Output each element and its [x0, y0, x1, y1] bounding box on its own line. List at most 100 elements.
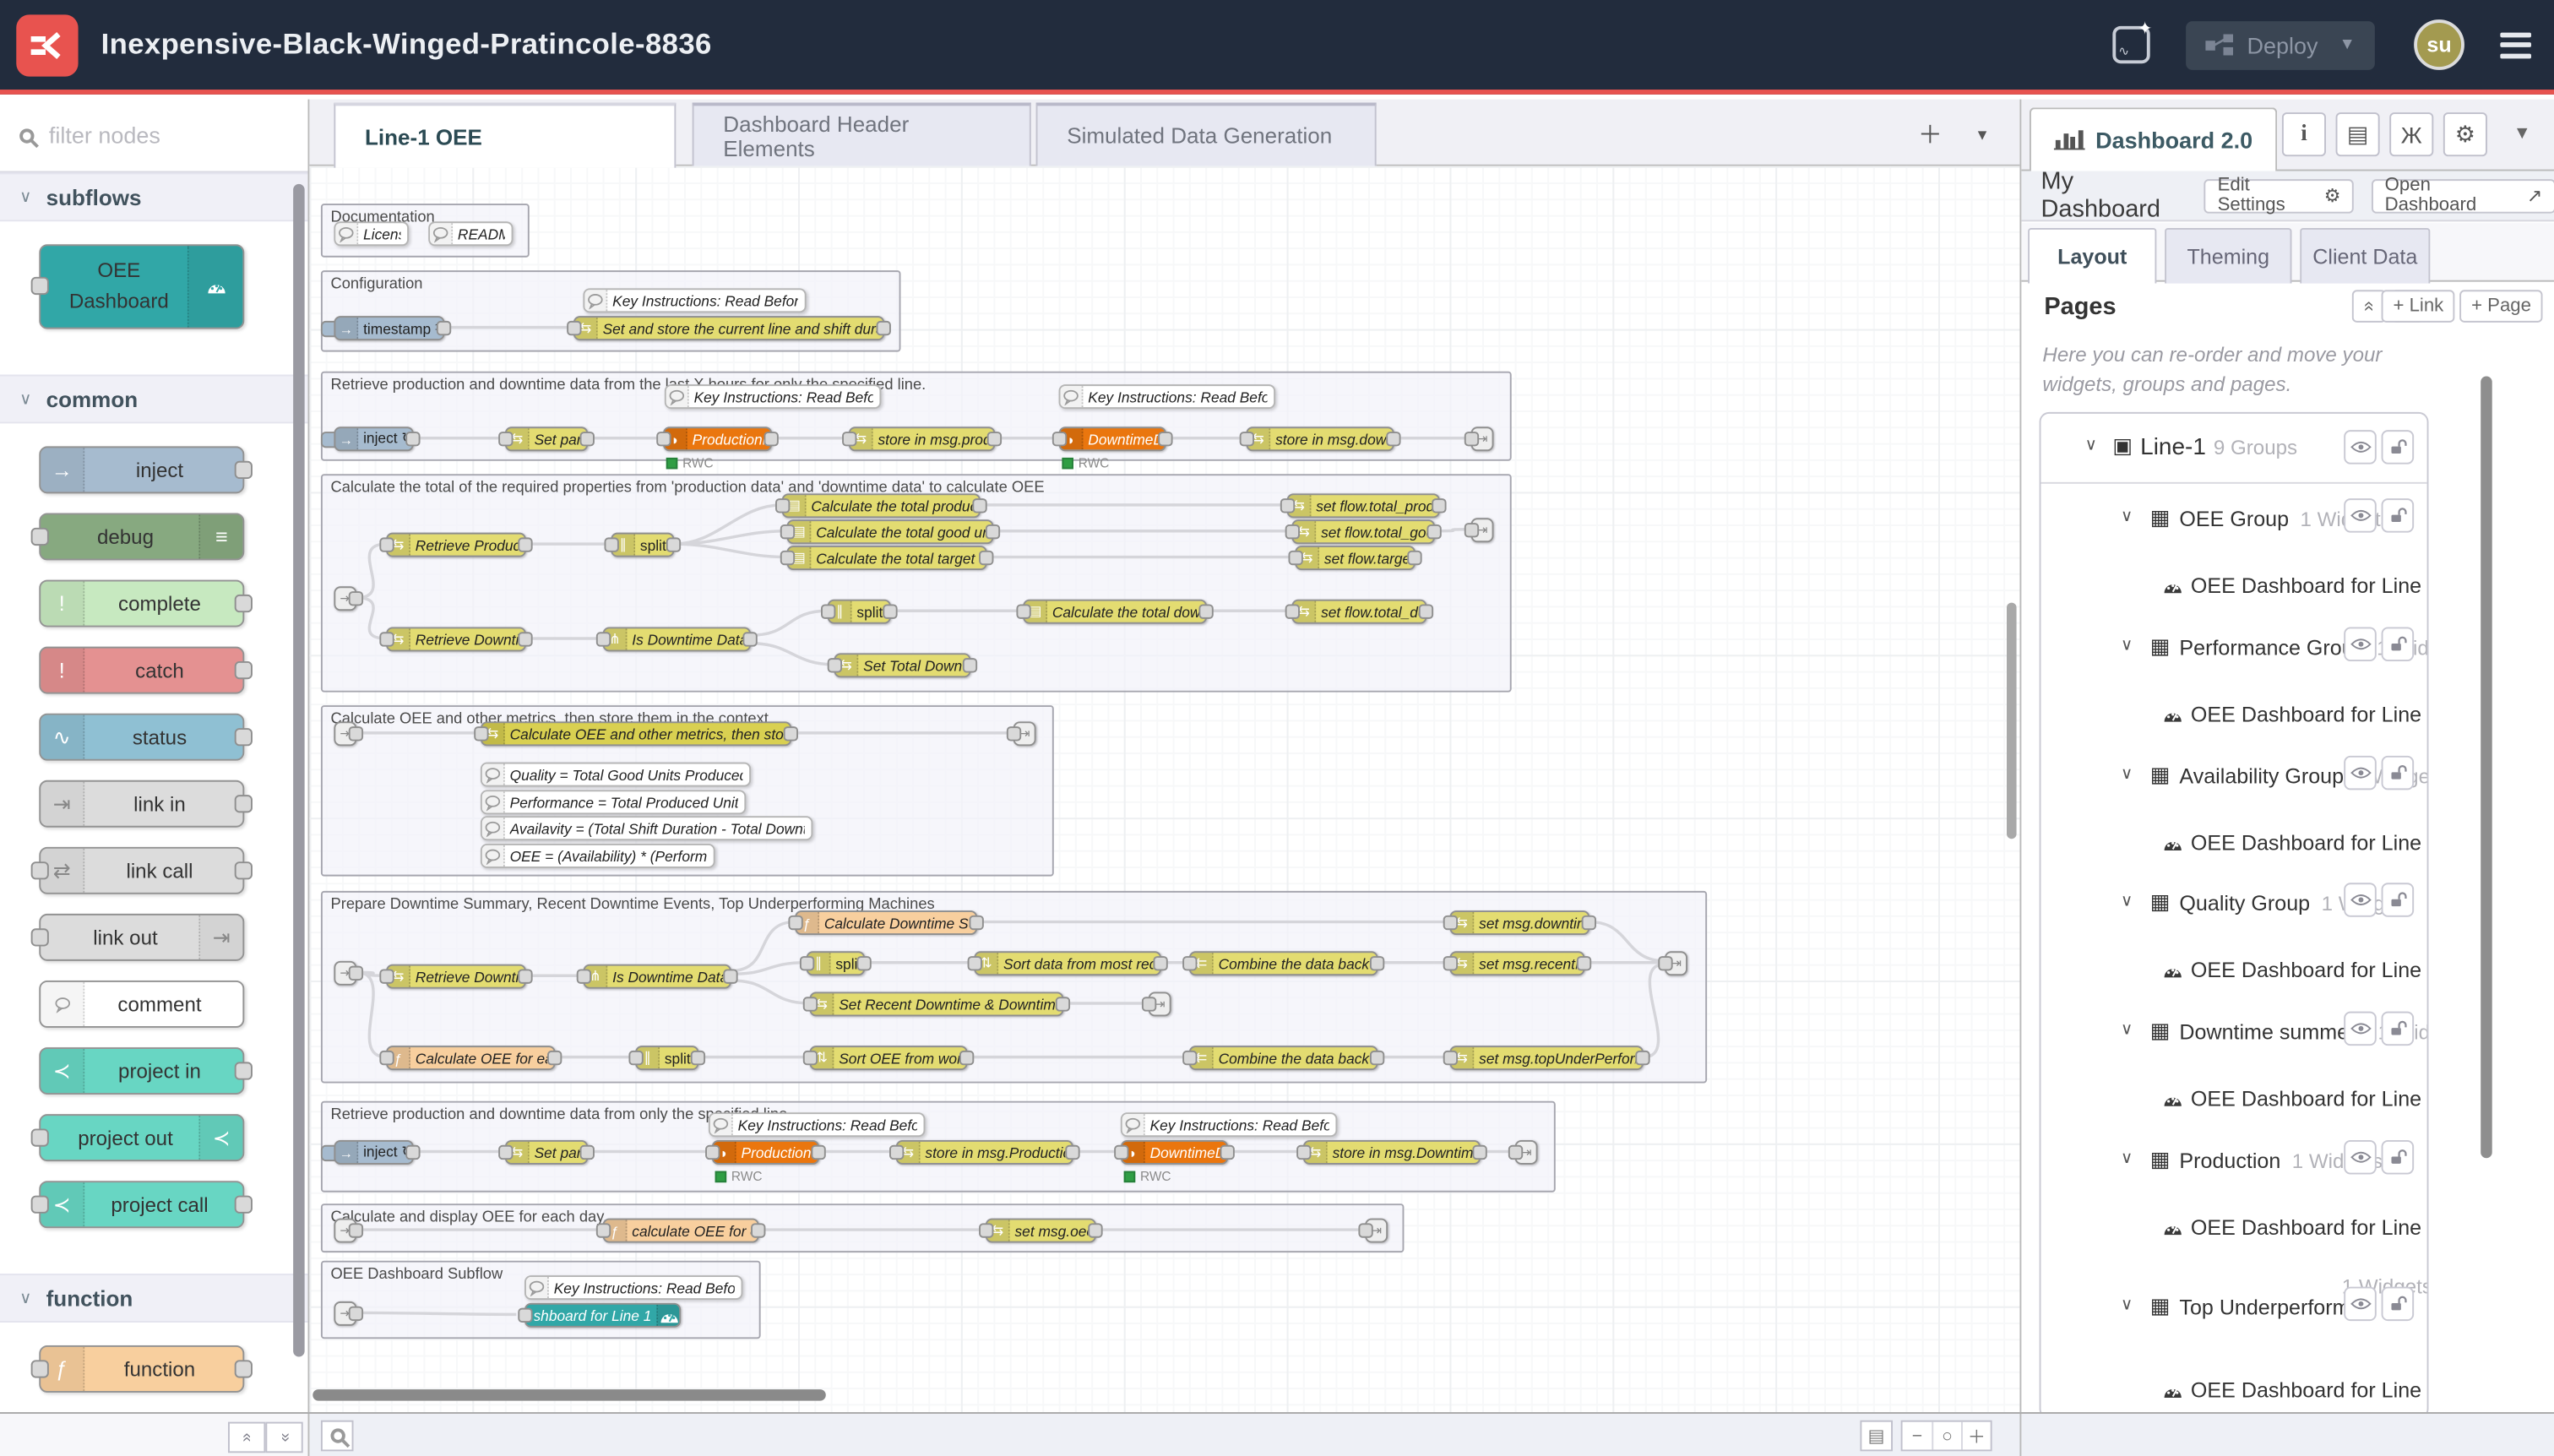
flow-node-timestamp[interactable]: →timestamp ¹	[334, 316, 444, 340]
node-red-logo[interactable]	[16, 14, 78, 75]
zoom-in-button[interactable]: ＋	[1961, 1422, 1991, 1450]
palette-section-subflows[interactable]: ∨subflows	[0, 172, 307, 221]
sidebar-subtab-client-data[interactable]: Client Data	[2300, 228, 2430, 284]
tree-group-row-oee-group[interactable]: ∨▦OEE Group1 Widgets	[2040, 500, 2428, 539]
comment-node-key-instructions-read-before-proceeding[interactable]: Key Instructions: Read Before Proceeding	[1121, 1112, 1337, 1137]
visibility-eye-button[interactable]	[2344, 883, 2377, 917]
palette-node-comment[interactable]: comment	[39, 981, 244, 1028]
flow-node-set-flow-total-produced-units[interactable]: ⇆set flow.total_produced_units	[1287, 493, 1440, 518]
sidebar-tab-dashboard[interactable]: Dashboard 2.0	[2030, 107, 2277, 171]
comment-node-quality-total-good-units-produced-total-[interactable]: Quality = Total Good Units Produced / To…	[481, 763, 751, 787]
unlock-button[interactable]	[2382, 498, 2415, 532]
node-input-port[interactable]	[379, 1051, 394, 1065]
tree-group-row-quality-group[interactable]: ∨▦Quality Group1 Widgets	[2040, 884, 2428, 923]
palette-collapse-all-button[interactable]: »	[228, 1422, 265, 1453]
link-out-node[interactable]: ⇥	[1149, 991, 1171, 1016]
node-input-port[interactable]	[596, 1223, 611, 1237]
open-dashboard-button[interactable]: Open Dashboard ↗	[2372, 178, 2554, 212]
node-input-port[interactable]	[788, 915, 802, 930]
flow-node-split[interactable]: ∥split	[807, 951, 865, 975]
node-input-port[interactable]	[1443, 956, 1458, 970]
node-output-port[interactable]	[1088, 1223, 1102, 1237]
node-input-port[interactable]	[31, 1359, 49, 1377]
unlock-button[interactable]	[2382, 756, 2415, 790]
visibility-eye-button[interactable]	[2344, 1287, 2377, 1322]
node-output-port[interactable]	[518, 632, 532, 646]
node-output-port[interactable]	[235, 794, 253, 812]
node-port[interactable]	[1007, 726, 1021, 741]
info-button[interactable]: i	[2282, 112, 2326, 156]
flow-node-set-msg-recentdowntime[interactable]: ⇆set msg.recentDowntime	[1449, 951, 1584, 975]
node-port[interactable]	[1464, 432, 1479, 446]
node-input-port[interactable]	[1016, 604, 1030, 618]
link-in-node[interactable]: ⇥	[334, 1301, 356, 1326]
node-input-port[interactable]	[31, 1128, 49, 1146]
node-output-port[interactable]	[883, 604, 897, 618]
debug-bug-button[interactable]: Ж	[2389, 112, 2433, 156]
comment-node-key-instructions-read-before-proceeding[interactable]: Key Instructions: Read Before Proceeding	[583, 288, 806, 312]
node-output-port[interactable]	[235, 594, 253, 611]
link-out-node[interactable]: ⇥	[1365, 1219, 1388, 1243]
link-out-node[interactable]: ⇥	[1470, 518, 1493, 542]
node-input-port[interactable]	[577, 969, 591, 983]
visibility-eye-button[interactable]	[2344, 498, 2377, 532]
node-output-port[interactable]	[580, 1145, 595, 1160]
add-page-button[interactable]: + Page	[2460, 290, 2543, 323]
comment-node-license[interactable]: License	[334, 221, 409, 246]
sidebar-scrollbar[interactable]	[2481, 376, 2492, 1158]
tree-widget-row[interactable]: OEE Dashboard for Line 1	[2040, 567, 2428, 606]
palette-node-catch[interactable]: !catch	[39, 647, 244, 694]
flow-node-retrieve-downtime-data[interactable]: ⇆Retrieve Downtime Data	[386, 964, 526, 989]
link-out-node[interactable]: ⇥	[1013, 721, 1036, 746]
node-input-port[interactable]	[656, 432, 671, 446]
link-out-node[interactable]: ⇥	[1515, 1140, 1538, 1165]
node-input-port[interactable]	[31, 861, 49, 878]
flow-node-set-flow-total-downtime[interactable]: ⇆set flow.total_downtime	[1291, 600, 1426, 624]
flow-node-downtimedata[interactable]: ◗DowntimeData	[1121, 1140, 1228, 1165]
node-output-port[interactable]	[235, 460, 253, 478]
node-input-port[interactable]	[498, 432, 513, 446]
node-output-port[interactable]	[1577, 956, 1591, 970]
node-output-port[interactable]	[986, 524, 1000, 539]
node-port[interactable]	[349, 966, 363, 981]
node-output-port[interactable]	[1158, 432, 1172, 446]
comment-node-performance-total-produced-units-total-t[interactable]: Performance = Total Produced Units / Tot…	[481, 790, 746, 814]
node-output-port[interactable]	[1419, 604, 1433, 618]
unlock-button[interactable]	[2382, 1012, 2415, 1046]
node-input-port[interactable]	[31, 277, 49, 295]
unlock-button[interactable]	[2382, 627, 2415, 661]
docs-button[interactable]: ▤	[2336, 112, 2380, 156]
zoom-reset-button[interactable]: ○	[1932, 1422, 1961, 1450]
flow-node-calculate-downtime-summery[interactable]: ƒCalculate Downtime Summery	[795, 910, 977, 935]
node-output-port[interactable]	[1065, 1145, 1079, 1160]
flow-node-set-recent-downtime-downtime-summary-to[interactable]: ⇆Set Recent Downtime & Downtime summary …	[809, 991, 1063, 1016]
tree-group-row-performance-group[interactable]: ∨▦Performance Group1 Widgets	[2040, 628, 2428, 667]
tree-widget-row[interactable]: OEE Dashboard for Line 1	[2040, 1209, 2428, 1247]
node-output-port[interactable]	[723, 969, 737, 983]
palette-node-link-in[interactable]: ⇥link in	[39, 780, 244, 828]
unlock-button[interactable]	[2382, 883, 2415, 917]
flow-node-set-flow-total-good-units[interactable]: ⇆set flow.total_good_units	[1291, 519, 1435, 544]
node-output-port[interactable]	[856, 956, 871, 970]
node-output-port[interactable]	[1582, 915, 1596, 930]
flow-node-set-msg-downtimesummery[interactable]: ⇆set msg.downtimeSummery	[1449, 910, 1589, 935]
comment-node-oee-availability-performance-quality[interactable]: OEE = (Availability) * (Performance) * (…	[481, 844, 715, 868]
palette-section-function[interactable]: ∨function	[0, 1274, 307, 1323]
flow-node-store-in-msg-productiondata[interactable]: ⇆store in msg.ProductionData	[896, 1140, 1073, 1165]
node-port[interactable]	[349, 591, 363, 606]
flow-node-split[interactable]: ∥split	[611, 533, 674, 557]
canvas-horizontal-scrollbar[interactable]	[312, 1389, 825, 1401]
comment-node-key-instructions-read-before-proceeding[interactable]: Key Instructions: Read Before Proceeding	[665, 384, 881, 409]
node-input-port[interactable]	[821, 604, 835, 618]
canvas-search-button[interactable]	[321, 1421, 354, 1452]
node-input-port[interactable]	[379, 632, 394, 646]
palette-node-complete[interactable]: !complete	[39, 580, 244, 627]
palette-node-status[interactable]: ∿status	[39, 714, 244, 761]
unlock-button[interactable]	[2382, 1287, 2415, 1322]
visibility-eye-button[interactable]	[2344, 1140, 2377, 1175]
node-input-port[interactable]	[1280, 498, 1295, 513]
node-input-port[interactable]	[518, 1308, 532, 1323]
visibility-eye-button[interactable]	[2344, 627, 2377, 661]
node-output-port[interactable]	[547, 1051, 562, 1065]
node-input-port[interactable]	[705, 1145, 720, 1160]
